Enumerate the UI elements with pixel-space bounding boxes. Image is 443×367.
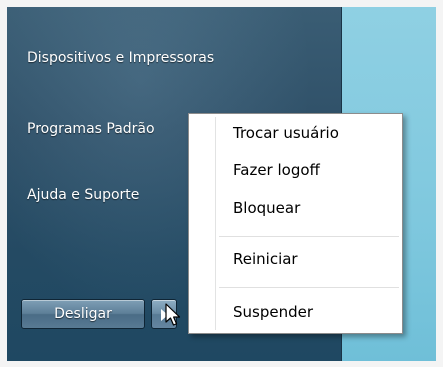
menu-item-log-off[interactable]: Fazer logoff [233, 161, 320, 179]
shutdown-button[interactable]: Desligar [21, 299, 145, 329]
menu-item-sleep[interactable]: Suspender [233, 303, 313, 321]
start-item-devices-printers[interactable]: Dispositivos e Impressoras [27, 50, 214, 66]
menu-item-restart[interactable]: Reiniciar [233, 250, 298, 268]
mouse-pointer-icon [165, 303, 181, 326]
screenshot-frame: Dispositivos e Impressoras Programas Pad… [0, 0, 443, 367]
start-item-default-programs[interactable]: Programas Padrão [27, 121, 155, 137]
menu-separator [219, 236, 399, 238]
shutdown-options-menu: Trocar usuário Fazer logoff Bloquear Rei… [188, 113, 403, 334]
menu-item-switch-user[interactable]: Trocar usuário [233, 124, 339, 142]
menu-separator [219, 287, 399, 289]
start-item-help-support[interactable]: Ajuda e Suporte [27, 187, 139, 203]
menu-item-lock[interactable]: Bloquear [233, 199, 300, 217]
